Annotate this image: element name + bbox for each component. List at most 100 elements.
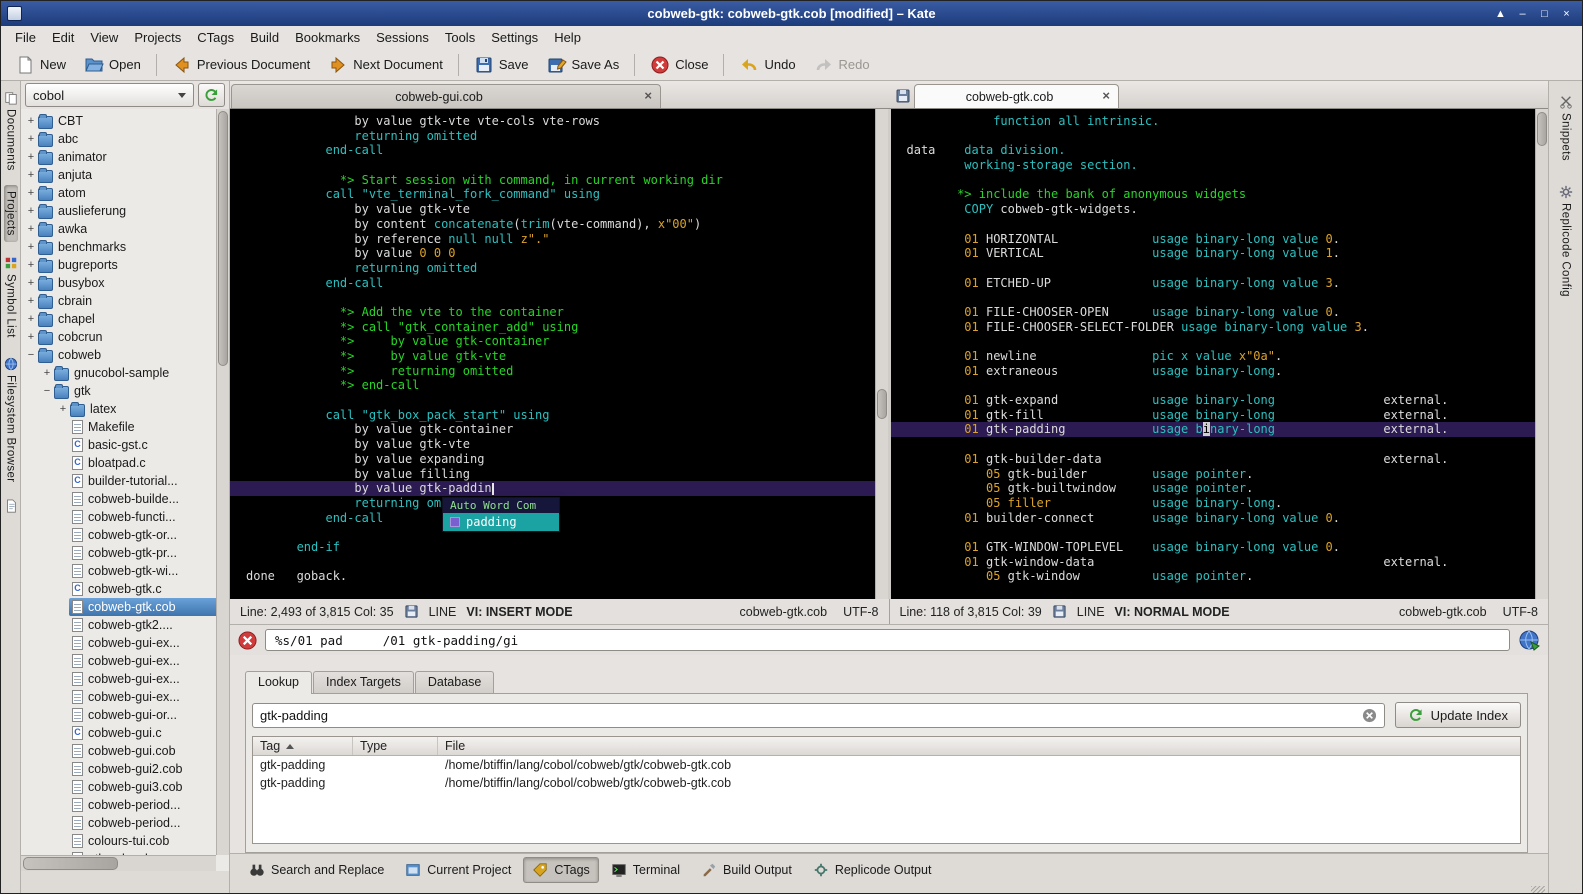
tree-item-makefile[interactable]: Makefile xyxy=(21,418,229,436)
clear-input-icon[interactable] xyxy=(1362,708,1377,723)
code-line[interactable]: call "gtk_box_pack_start" using xyxy=(246,408,872,423)
column-type[interactable]: Type xyxy=(353,737,438,755)
tree-item-cobweb-gui-cob[interactable]: cobweb-gui.cob xyxy=(21,742,229,760)
ctags-search-input[interactable] xyxy=(260,707,1356,723)
code-line[interactable] xyxy=(246,290,872,305)
editor-left-pane[interactable]: by value gtk-vte vte-cols vte-rows retur… xyxy=(230,109,888,599)
code-line[interactable]: 01 gtk-window-data external. xyxy=(907,555,1533,570)
title-bar[interactable]: cobweb-gtk: cobweb-gtk.cob [modified] – … xyxy=(1,1,1582,26)
code-line[interactable]: by content concatenate(trim(vte-command)… xyxy=(246,217,872,232)
close-window-button[interactable]: × xyxy=(1557,5,1576,22)
doc-icon[interactable] xyxy=(4,499,18,513)
code-line[interactable]: by value filling xyxy=(246,467,872,482)
table-row[interactable]: gtk-padding/home/btiffin/lang/cobol/cobw… xyxy=(253,756,1520,774)
tree-item-cobweb-period[interactable]: cobweb-period... xyxy=(21,814,229,832)
tab-cobweb-gui-cob[interactable]: cobweb-gui.cob × xyxy=(231,84,661,108)
expander-icon[interactable]: + xyxy=(41,367,53,379)
code-line[interactable]: 01 extraneous usage binary-long. xyxy=(907,364,1533,379)
code-line[interactable] xyxy=(246,555,872,570)
code-line[interactable]: done goback. xyxy=(246,569,872,584)
tree-item-builder-tutorial[interactable]: builder-tutorial... xyxy=(21,472,229,490)
tree-item-bugreports[interactable]: + bugreports xyxy=(21,256,229,274)
tree-item-latex[interactable]: + latex xyxy=(21,400,229,418)
scrollbar-thumb[interactable] xyxy=(1537,112,1547,146)
terminal-toggle[interactable]: Terminal xyxy=(602,857,689,883)
expander-icon[interactable]: + xyxy=(25,169,37,181)
expander-icon[interactable]: + xyxy=(57,403,69,415)
close-button[interactable]: Close xyxy=(642,52,716,78)
ctags-toggle[interactable]: CTags xyxy=(523,856,599,883)
code-line[interactable]: 01 FILE-CHOOSER-OPEN usage binary-long v… xyxy=(907,305,1533,320)
left-editor-scrollbar[interactable] xyxy=(874,109,888,599)
expander-icon[interactable]: + xyxy=(25,331,37,343)
update-index-button[interactable]: Update Index xyxy=(1394,702,1521,728)
code-line[interactable] xyxy=(907,525,1533,540)
save-button[interactable]: Save xyxy=(466,52,537,78)
code-line[interactable]: *> Start session with command, in curren… xyxy=(246,173,872,188)
menu-edit[interactable]: Edit xyxy=(44,27,82,48)
tree-item-cobweb-gui3-cob[interactable]: cobweb-gui3.cob xyxy=(21,778,229,796)
code-line[interactable]: call "vte_terminal_fork_command" using xyxy=(246,187,872,202)
expander-icon[interactable]: + xyxy=(25,277,37,289)
eol-mode[interactable]: LINE xyxy=(429,605,457,619)
sidebar-documents[interactable]: Documents xyxy=(3,85,19,177)
code-line[interactable]: by value 0 0 0 xyxy=(246,246,872,261)
expander-icon[interactable]: + xyxy=(25,259,37,271)
code-line[interactable]: function all intrinsic. xyxy=(907,114,1533,129)
tree-item-cobweb-gtk-pr[interactable]: cobweb-gtk-pr... xyxy=(21,544,229,562)
project-reload-button[interactable] xyxy=(198,83,225,107)
tree-item-auslieferung[interactable]: + auslieferung xyxy=(21,202,229,220)
code-line[interactable] xyxy=(246,158,872,173)
code-line[interactable]: by value expanding xyxy=(246,452,872,467)
expander-icon[interactable]: + xyxy=(25,187,37,199)
ctags-tab-lookup[interactable]: Lookup xyxy=(245,671,313,694)
project-selector[interactable]: cobol xyxy=(25,83,194,107)
code-line[interactable]: 01 gtk-fill usage binary-long external. xyxy=(907,408,1533,423)
code-line[interactable]: *> returning omitted xyxy=(246,364,872,379)
scrollbar-thumb[interactable] xyxy=(218,111,228,366)
completion-item-padding[interactable]: padding xyxy=(443,513,559,531)
menu-projects[interactable]: Projects xyxy=(126,27,189,48)
open-button[interactable]: Open xyxy=(76,52,149,78)
tree-item-cobweb-gtk-cob[interactable]: cobweb-gtk.cob xyxy=(21,598,229,616)
code-line[interactable] xyxy=(907,290,1533,305)
menu-ctags[interactable]: CTags xyxy=(189,27,242,48)
tab-close-icon[interactable]: × xyxy=(1102,88,1110,103)
column-file[interactable]: File xyxy=(438,737,1520,755)
code-line[interactable]: 01 newline pic x value x"0a". xyxy=(907,349,1533,364)
code-line[interactable]: 01 gtk-expand usage binary-long external… xyxy=(907,393,1533,408)
command-input[interactable]: %s/01 pad /01 gtk-padding/gi xyxy=(265,629,1510,651)
code-line[interactable]: 01 HORIZONTAL usage binary-long value 0. xyxy=(907,232,1533,247)
tree-item-cobcrun[interactable]: + cobcrun xyxy=(21,328,229,346)
tree-item-benchmarks[interactable]: + benchmarks xyxy=(21,238,229,256)
code-line[interactable]: 01 FILE-CHOOSER-SELECT-FOLDER usage bina… xyxy=(907,320,1533,335)
code-line[interactable]: data data division. xyxy=(907,143,1533,158)
code-line[interactable]: 05 gtk-window usage pointer. xyxy=(907,569,1533,584)
sidebar-projects[interactable]: Projects xyxy=(3,184,18,242)
menu-sessions[interactable]: Sessions xyxy=(368,27,437,48)
replicode-output-toggle[interactable]: Replicode Output xyxy=(804,857,941,883)
tree-item-cobweb-period[interactable]: cobweb-period... xyxy=(21,796,229,814)
tree-item-cobweb[interactable]: − cobweb xyxy=(21,346,229,364)
scrollbar-thumb[interactable] xyxy=(23,857,118,870)
tree-item-cobweb-gui-ex[interactable]: cobweb-gui-ex... xyxy=(21,652,229,670)
code-line[interactable] xyxy=(907,378,1533,393)
code-line[interactable]: end-call xyxy=(246,276,872,291)
code-line[interactable] xyxy=(907,173,1533,188)
resize-grip[interactable] xyxy=(1531,886,1545,893)
code-line[interactable] xyxy=(907,334,1533,349)
ctags-search-field[interactable] xyxy=(252,702,1385,728)
ctags-tab-database[interactable]: Database xyxy=(414,671,495,693)
expander-icon[interactable]: + xyxy=(25,151,37,163)
tab-close-icon[interactable]: × xyxy=(644,88,652,103)
expander-icon[interactable]: + xyxy=(25,313,37,325)
tree-item-cobweb-gui-ex[interactable]: cobweb-gui-ex... xyxy=(21,670,229,688)
tree-item-atom[interactable]: + atom xyxy=(21,184,229,202)
tree-item-chapel[interactable]: + chapel xyxy=(21,310,229,328)
scrollbar-thumb[interactable] xyxy=(876,389,887,419)
expander-icon[interactable]: − xyxy=(25,349,37,361)
code-line[interactable]: by value gtk-paddin xyxy=(230,481,888,496)
tree-item-cobweb-functi[interactable]: cobweb-functi... xyxy=(21,508,229,526)
expander-icon[interactable]: + xyxy=(25,133,37,145)
menu-settings[interactable]: Settings xyxy=(483,27,546,48)
